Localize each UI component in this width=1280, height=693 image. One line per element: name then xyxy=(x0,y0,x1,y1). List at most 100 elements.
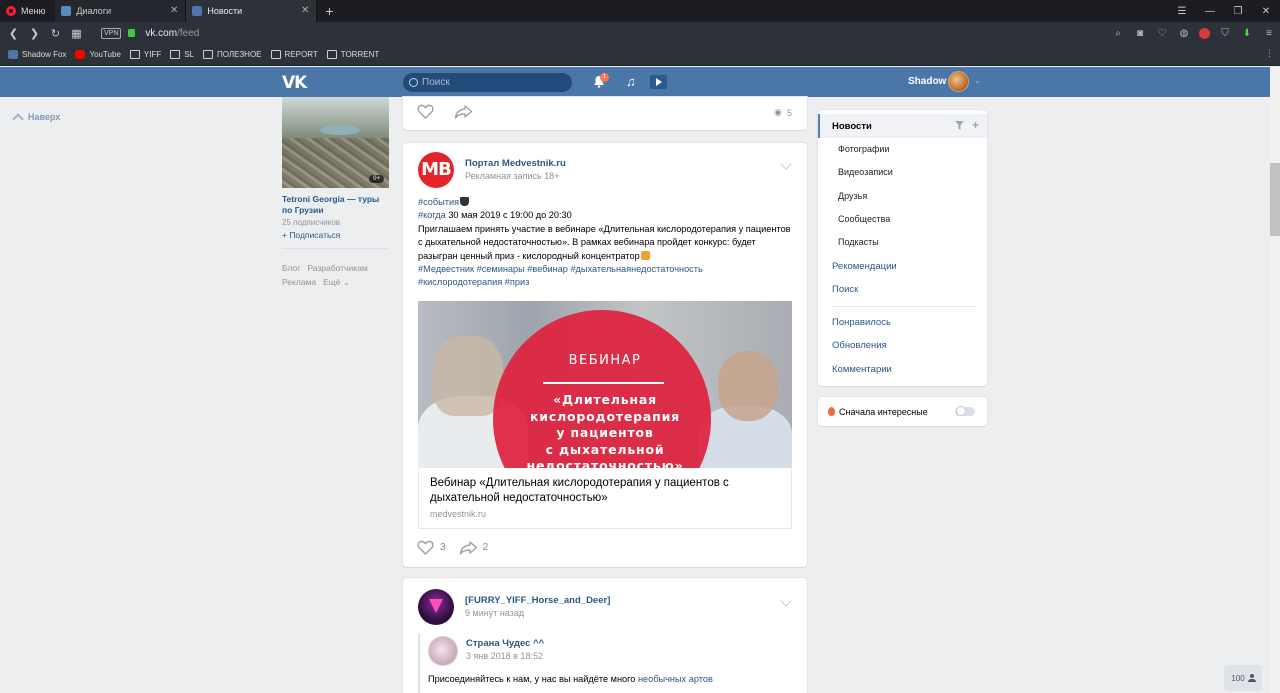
speed-dial-icon[interactable]: ▦ xyxy=(66,27,87,40)
close-tab-icon[interactable]: ✕ xyxy=(301,5,309,16)
interesting-first-toggle[interactable] xyxy=(955,406,975,416)
menu-item-search[interactable]: Поиск xyxy=(818,277,987,301)
bookmark-report[interactable]: REPORT xyxy=(270,50,318,59)
folder-icon xyxy=(326,50,337,59)
user-avatar[interactable] xyxy=(948,71,969,92)
scroll-to-top-button[interactable]: Наверх xyxy=(12,111,60,125)
menu-item-updates[interactable]: Обновления xyxy=(818,333,987,357)
author-avatar[interactable]: MB xyxy=(418,152,454,188)
heart-icon[interactable]: ♡ xyxy=(1155,28,1169,39)
post-menu-chevron-icon[interactable] xyxy=(780,595,792,607)
footer-link-more[interactable]: Ещё ⌄ xyxy=(323,277,350,287)
like-icon[interactable] xyxy=(417,540,434,555)
filter-icon[interactable] xyxy=(954,121,964,130)
hashtag-link[interactable]: #события xyxy=(418,197,459,207)
share-icon[interactable] xyxy=(454,104,473,119)
extension-red-icon[interactable] xyxy=(1199,27,1210,39)
post-author[interactable]: Портал Medvestnik.ru xyxy=(465,158,566,169)
hashtags-line[interactable]: #Медвестник #семинары #вебинар #дыхатель… xyxy=(418,264,703,274)
page-scrollbar[interactable] xyxy=(1270,67,1280,693)
menu-item-communities[interactable]: Сообщества xyxy=(818,207,987,231)
search-input[interactable] xyxy=(422,77,562,88)
close-window-icon[interactable]: ✕ xyxy=(1252,6,1280,17)
url-field[interactable]: vk.com/feed xyxy=(145,28,199,39)
hashtag-link[interactable]: #когда xyxy=(418,210,446,220)
tab-dialogs[interactable]: Диалоги ✕ xyxy=(55,0,187,22)
online-friends-counter[interactable]: 100 xyxy=(1224,665,1262,691)
reload-icon[interactable]: ↻ xyxy=(45,27,66,40)
feed-post: ◉ 5 xyxy=(403,97,807,130)
menu-item-friends[interactable]: Друзья xyxy=(818,184,987,208)
interesting-first-label: Сначала интересные xyxy=(839,406,928,417)
bookmark-yiff[interactable]: YIFF xyxy=(129,50,161,59)
post-text: Присоединяйтесь к нам, у нас вы найдёте … xyxy=(428,674,713,684)
repost-author-avatar[interactable] xyxy=(428,636,458,666)
vpn-badge[interactable]: VPN xyxy=(101,27,122,39)
like-icon[interactable] xyxy=(417,104,434,119)
author-avatar[interactable] xyxy=(418,589,454,625)
menu-item-liked[interactable]: Понравилось xyxy=(818,310,987,334)
back-icon[interactable]: ❮ xyxy=(3,27,24,40)
chevron-down-icon[interactable]: ⌄ xyxy=(974,76,981,85)
new-tab-button[interactable]: + xyxy=(317,3,341,19)
graduation-cap-emoji-icon xyxy=(460,197,470,206)
hashtags-line[interactable]: #кислородотерапия #приз xyxy=(418,277,529,287)
post-text-link[interactable]: необычных артов xyxy=(638,674,713,684)
post-meta: 9 минут назад xyxy=(465,608,525,618)
tab-label: Диалоги xyxy=(76,6,112,16)
event-date: 30 мая 2019 с 19:00 до 20:30 xyxy=(445,210,572,221)
link-snippet[interactable]: Вебинар «Длительная кислородотерапия у п… xyxy=(418,468,792,529)
shield-icon[interactable]: ⛉ xyxy=(1218,28,1232,39)
bookmark-youtube[interactable]: YouTube xyxy=(75,50,121,59)
repost-author[interactable]: Страна Чудес ^^ xyxy=(466,638,544,649)
globe-icon[interactable]: ◍ xyxy=(1177,28,1191,39)
search-icon[interactable]: ⌕ xyxy=(1111,28,1125,39)
footer-link-blog[interactable]: Блог xyxy=(282,263,300,273)
minimize-icon[interactable]: — xyxy=(1196,6,1224,17)
post-menu-chevron-icon[interactable] xyxy=(780,158,792,170)
lock-icon[interactable] xyxy=(128,29,136,37)
ad-image[interactable]: 0+ xyxy=(282,97,389,188)
gift-emoji-icon xyxy=(640,250,650,260)
plus-icon[interactable]: + xyxy=(972,119,979,131)
folder-icon xyxy=(129,50,140,59)
link-title[interactable]: Вебинар «Длительная кислородотерапия у п… xyxy=(430,476,780,506)
bookmark-shadow-fox[interactable]: Shadow Fox xyxy=(8,50,66,59)
bookmark-torrent[interactable]: TORRENT xyxy=(326,50,379,59)
music-icon[interactable]: ♫ xyxy=(626,75,636,88)
online-count: 100 xyxy=(1231,673,1245,683)
menu-item-podcasts[interactable]: Подкасты xyxy=(818,230,987,254)
close-tab-icon[interactable]: ✕ xyxy=(170,5,178,16)
bookmark-sl[interactable]: SL xyxy=(170,50,194,59)
download-icon[interactable]: ⬇ xyxy=(1240,28,1254,39)
footer-link-developers[interactable]: Разработчикам xyxy=(307,263,367,273)
browser-menu-label: Меню xyxy=(21,6,46,16)
search-box[interactable] xyxy=(403,73,572,92)
menu-item-photos[interactable]: Фотографии xyxy=(818,137,987,161)
bookmarks-overflow-icon[interactable]: ⋮ xyxy=(1265,48,1274,59)
menu-item-recommendations[interactable]: Рекомендации xyxy=(818,254,987,278)
menu-lines-icon[interactable]: ≡ xyxy=(1262,28,1276,39)
tab-news[interactable]: Новости ✕ xyxy=(186,0,318,22)
menu-item-comments[interactable]: Комментарии xyxy=(818,357,987,381)
menu-item-label: Новости xyxy=(832,120,872,132)
subscribe-button[interactable]: + Подписаться xyxy=(282,230,389,240)
vk-logo[interactable]: VK xyxy=(282,73,308,93)
maximize-icon[interactable]: ❐ xyxy=(1224,6,1252,17)
footer-link-ads[interactable]: Реклама xyxy=(282,277,316,287)
user-name[interactable]: Shadow xyxy=(908,76,946,87)
camera-icon[interactable]: ◙ xyxy=(1133,28,1147,39)
menu-item-videos[interactable]: Видеозаписи xyxy=(818,160,987,184)
post-image[interactable]: ВЕБИНАР «Длительная кислородотерапия у п… xyxy=(418,301,792,468)
tab-menu-icon[interactable]: ☰ xyxy=(1168,6,1196,17)
browser-menu-button[interactable]: Меню xyxy=(0,0,55,22)
menu-item-news[interactable]: Новости + xyxy=(818,114,987,138)
ad-title[interactable]: Tetroni Georgia — туры по Грузии xyxy=(282,194,389,216)
scrollbar-thumb[interactable] xyxy=(1270,163,1280,236)
play-icon[interactable] xyxy=(650,75,667,89)
post-author[interactable]: [FURRY_YIFF_Horse_and_Deer] xyxy=(465,595,610,606)
image-title-line: недостаточностью» xyxy=(526,458,684,468)
share-icon[interactable] xyxy=(459,540,478,555)
forward-icon[interactable]: ❯ xyxy=(24,27,45,40)
bookmark-useful[interactable]: ПОЛЕЗНОЕ xyxy=(203,50,262,59)
